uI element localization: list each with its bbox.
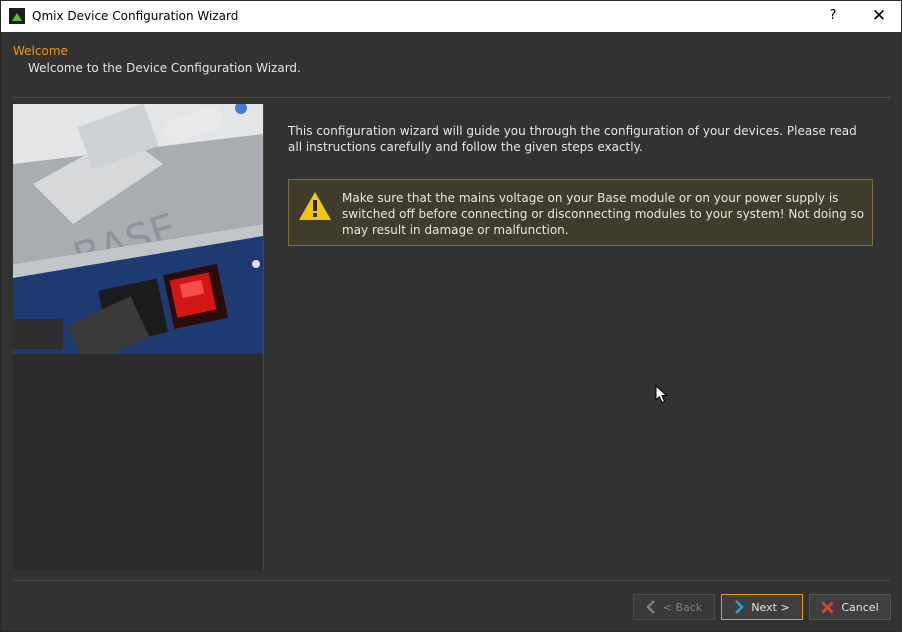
device-image: BASE: [13, 104, 263, 354]
qmix-app-icon: [9, 8, 25, 24]
warning-text: Make sure that the mains voltage on your…: [342, 191, 865, 237]
title-bar[interactable]: Qmix Device Configuration Wizard ? ✕: [1, 1, 901, 32]
help-button[interactable]: ?: [819, 6, 847, 26]
next-button[interactable]: Next >: [721, 594, 803, 620]
cancel-button-label: Cancel: [841, 600, 879, 614]
next-button-label: Next >: [751, 600, 790, 614]
back-button-label: < Back: [662, 600, 703, 614]
warning-box: Make sure that the mains voltage on your…: [288, 179, 873, 246]
chevron-right-icon: [735, 600, 745, 614]
wizard-window: Qmix Device Configuration Wizard ? ✕ Wel…: [0, 0, 902, 632]
side-panel: BASE: [13, 104, 264, 570]
cancel-button[interactable]: Cancel: [809, 594, 891, 620]
window-title: Qmix Device Configuration Wizard: [32, 9, 239, 23]
intro-text: This configuration wizard will guide you…: [288, 124, 857, 154]
page-title: Welcome: [13, 44, 68, 58]
header-divider: [13, 97, 890, 98]
close-button[interactable]: ✕: [865, 4, 893, 28]
footer-divider: [13, 580, 890, 581]
back-button[interactable]: < Back: [633, 594, 715, 620]
red-x-icon: [821, 600, 834, 614]
warning-triangle-icon: [299, 192, 331, 220]
chevron-left-icon: [646, 600, 655, 614]
mouse-cursor-icon: [655, 385, 668, 404]
page-subtitle: Welcome to the Device Configuration Wiza…: [28, 61, 301, 75]
